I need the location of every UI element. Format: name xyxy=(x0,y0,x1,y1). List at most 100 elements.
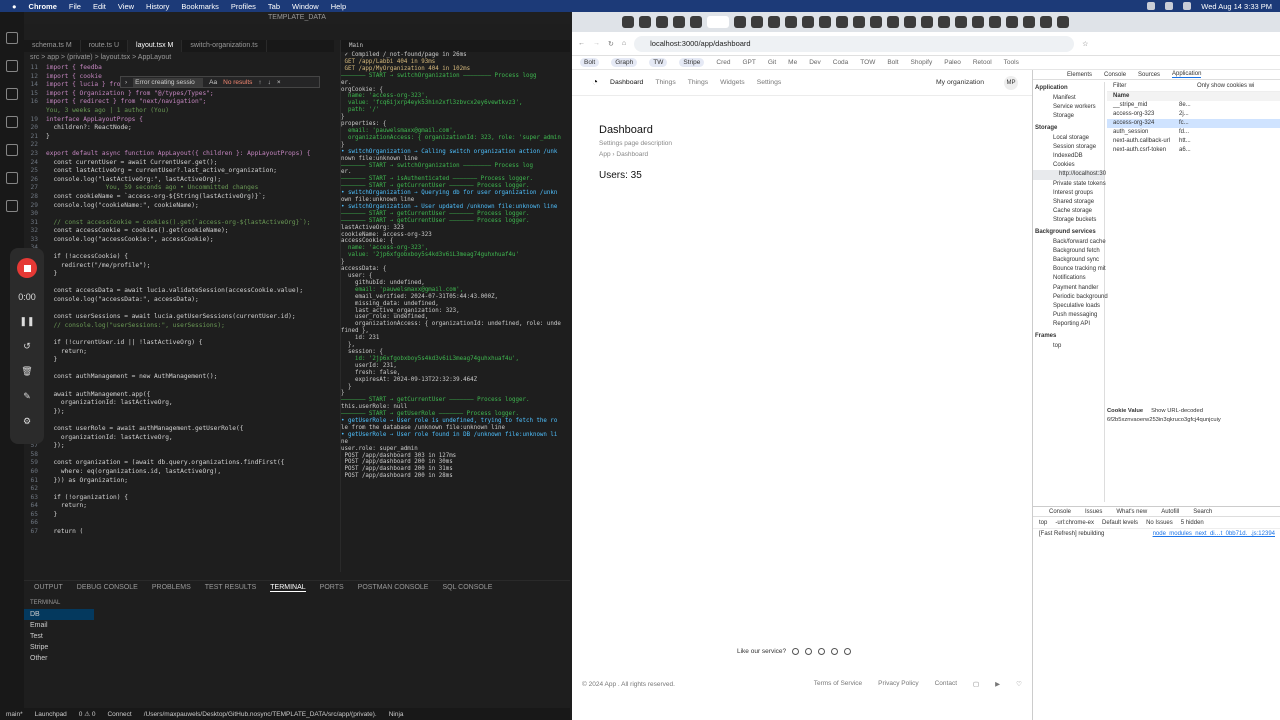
devtools-sidebar-item[interactable]: Push messaging xyxy=(1033,311,1104,320)
chrome-tab[interactable] xyxy=(768,16,780,28)
code-line[interactable]: 49 const authManagement = new AuthManage… xyxy=(24,373,334,382)
code-line[interactable]: 28 const cookieName = `access-org-${Stri… xyxy=(24,193,334,202)
problems-status[interactable]: 0 ⚠ 0 xyxy=(79,710,96,718)
context-select[interactable]: top xyxy=(1039,520,1047,526)
chrome-tab[interactable] xyxy=(751,16,763,28)
col-name[interactable]: Name xyxy=(1107,92,1179,101)
drawer-tab-console[interactable]: Console xyxy=(1049,509,1071,515)
devtools-sidebar-item[interactable]: Payment handler xyxy=(1033,284,1104,293)
face-icon[interactable] xyxy=(844,648,852,655)
footer-terms-link[interactable]: Terms of Service xyxy=(814,680,862,688)
code-line[interactable]: 19 interface AppLayoutProps { xyxy=(24,116,334,125)
code-line[interactable]: 50 xyxy=(24,382,334,391)
launchpad-status[interactable]: Launchpad xyxy=(35,711,67,718)
footer-privacy-link[interactable]: Privacy Policy xyxy=(878,680,918,688)
console-filter[interactable]: -url:chrome-ex xyxy=(1055,520,1094,526)
path-status[interactable]: /Users/maxpauwels/Desktop/GitHub.nosync/… xyxy=(144,711,377,718)
devtools-tab-console[interactable]: Console xyxy=(1104,72,1126,78)
drawer-tab-whats-new[interactable]: What's new xyxy=(1116,509,1147,515)
devtools-sidebar-item[interactable]: Background sync xyxy=(1033,256,1104,265)
code-line[interactable]: 58 xyxy=(24,451,334,460)
code-line[interactable]: 33 console.log("accessCookie:", accessCo… xyxy=(24,236,334,245)
chrome-tab[interactable] xyxy=(921,16,933,28)
menu-file[interactable]: File xyxy=(69,2,81,11)
panel-tab-test-results[interactable]: TEST RESULTS xyxy=(205,584,256,591)
face-icon[interactable] xyxy=(792,648,800,655)
bookmark-item[interactable]: TOW xyxy=(860,59,875,66)
devtools-sidebar-item[interactable]: Private state tokens xyxy=(1033,180,1106,189)
code-line[interactable]: 23 export default async function AppLayou… xyxy=(24,150,334,159)
devtools-sidebar-item[interactable]: Reporting API xyxy=(1033,320,1104,329)
chrome-tab[interactable] xyxy=(955,16,967,28)
chrome-tab[interactable] xyxy=(1040,16,1052,28)
source-control-icon[interactable] xyxy=(6,88,18,100)
face-icon[interactable] xyxy=(818,648,826,655)
devtools-sidebar-item[interactable]: Cookies xyxy=(1033,161,1104,170)
chrome-tab[interactable] xyxy=(853,16,865,28)
chrome-tab[interactable] xyxy=(904,16,916,28)
devtools-sidebar-item[interactable]: Speculative loads xyxy=(1033,302,1104,311)
output-log[interactable]: ✓ Compiled /_not-found/page in 26ms GET … xyxy=(341,52,570,480)
code-line[interactable]: 32 const accessCookie = cookies().get(co… xyxy=(24,227,334,236)
code-line[interactable]: 53 }); xyxy=(24,408,334,417)
restart-icon[interactable]: ↺ xyxy=(23,341,31,352)
address-bar[interactable]: localhost:3000/app/dashboard xyxy=(634,35,1075,52)
code-line[interactable]: 16 import { redirect } from "next/navigat… xyxy=(24,98,334,107)
nav-widgets[interactable]: Widgets xyxy=(720,79,745,86)
code-line[interactable]: 52 organizationId: lastActiveOrg, xyxy=(24,399,334,408)
search-icon[interactable] xyxy=(6,60,18,72)
trash-icon[interactable]: 🗑 xyxy=(21,366,32,377)
bookmark-item[interactable]: Git xyxy=(768,59,776,66)
drawer-tab-autofill[interactable]: Autofill xyxy=(1161,509,1179,515)
chrome-tab[interactable] xyxy=(972,16,984,28)
chrome-tab[interactable] xyxy=(785,16,797,28)
devtools-sidebar-item[interactable]: Periodic background xyxy=(1033,293,1108,302)
panel-tab-problems[interactable]: PROBLEMS xyxy=(152,584,191,591)
devtools-sidebar-item[interactable]: Notifications xyxy=(1033,274,1104,283)
code-line[interactable]: 24 const currentUser = await CurrentUser… xyxy=(24,159,334,168)
chrome-tab[interactable] xyxy=(639,16,651,28)
code-line[interactable]: 59 const organization = (await db.query.… xyxy=(24,459,334,468)
face-icon[interactable] xyxy=(805,648,813,655)
menu-help[interactable]: Help xyxy=(331,2,346,11)
tab-layout[interactable]: layout.tsx M xyxy=(128,40,183,52)
code-line[interactable]: 29 console.log("cookieName:", cookieName… xyxy=(24,202,334,211)
bookmark-item[interactable]: Cred xyxy=(716,59,730,66)
chrome-tab[interactable] xyxy=(656,16,668,28)
find-input[interactable]: Error creating sessio xyxy=(133,77,204,87)
bookmark-item[interactable]: GPT xyxy=(742,59,755,66)
bookmark-item[interactable]: Retool xyxy=(973,59,992,66)
code-line[interactable]: 62 xyxy=(24,485,334,494)
terminal-other[interactable]: Other xyxy=(24,653,94,664)
panel-tab-terminal[interactable]: TERMINAL xyxy=(270,584,306,592)
code-line[interactable]: 44 xyxy=(24,330,334,339)
issues-count[interactable]: No Issues xyxy=(1146,520,1173,526)
code-line[interactable]: 36 redirect("/me/profile"); xyxy=(24,262,334,271)
code-line[interactable]: 42 const userSessions = await lucia.getU… xyxy=(24,313,334,322)
chrome-tab[interactable] xyxy=(1023,16,1035,28)
panel-tab-postman-console[interactable]: POSTMAN CONSOLE xyxy=(358,584,429,591)
cookie-row[interactable]: access-org-323 2j... xyxy=(1107,110,1280,119)
code-line[interactable]: 46 return; xyxy=(24,348,334,357)
levels-select[interactable]: Default levels xyxy=(1102,520,1138,526)
nav-things-2[interactable]: Things xyxy=(688,79,708,86)
back-icon[interactable]: ← xyxy=(578,40,585,47)
code-line[interactable]: 63 if (!organization) { xyxy=(24,494,334,503)
devtools-sidebar-item[interactable]: Background fetch xyxy=(1033,247,1104,256)
show-decoded-checkbox[interactable]: Show URL-decoded xyxy=(1151,408,1203,414)
code-line[interactable]: 39 const accessData = await lucia.valida… xyxy=(24,287,334,296)
code-line[interactable]: 25 const lastActiveOrg = currentUser?.la… xyxy=(24,167,334,176)
devtools-sidebar-item[interactable]: Cache storage xyxy=(1033,207,1104,216)
next-match-icon[interactable]: ↓ xyxy=(268,79,271,86)
code-line[interactable]: 61 })) as Organization; xyxy=(24,477,334,486)
wifi-icon[interactable] xyxy=(1147,2,1156,10)
code-line[interactable]: 57 }); xyxy=(24,442,334,451)
apple-icon[interactable]: ● xyxy=(12,2,17,11)
cookie-row[interactable]: next-auth.callback-url htt... xyxy=(1107,137,1280,146)
code-line[interactable]: 35 if (!accessCookie) { xyxy=(24,253,334,262)
only-issues-checkbox[interactable]: Only show cookies wi xyxy=(1197,82,1280,91)
ninja-status[interactable]: Ninja xyxy=(389,711,404,718)
code-line[interactable]: 54 xyxy=(24,416,334,425)
code-line[interactable]: 48 xyxy=(24,365,334,374)
chrome-tab[interactable] xyxy=(836,16,848,28)
